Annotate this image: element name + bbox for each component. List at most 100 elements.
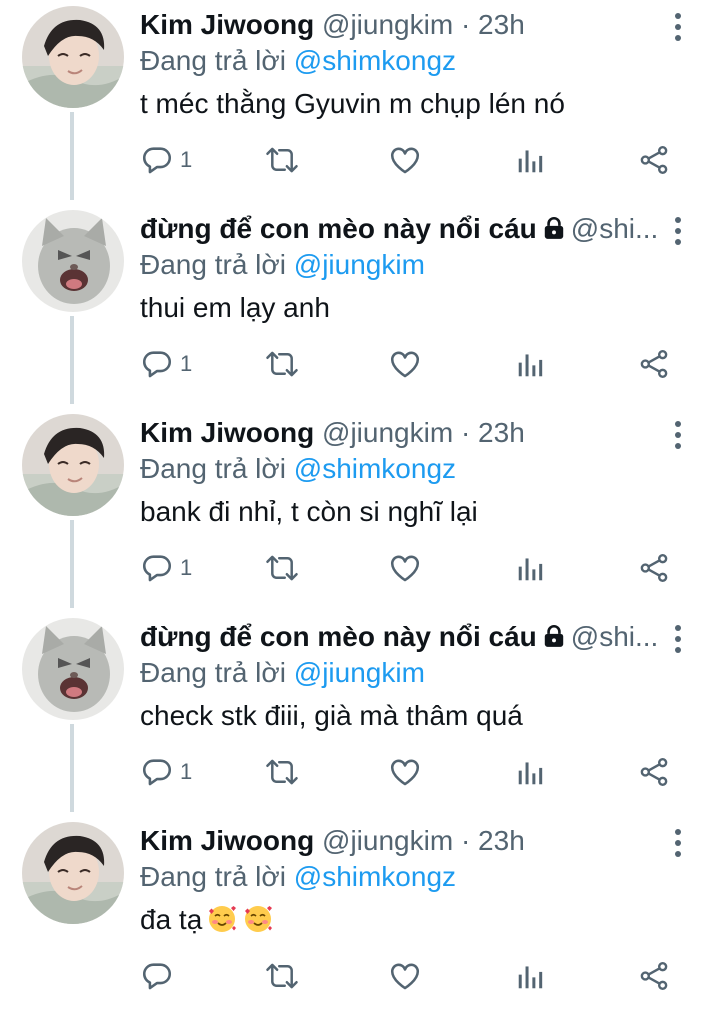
views-icon [516, 959, 546, 993]
more-vertical-icon[interactable] [664, 214, 692, 248]
reply-button[interactable]: 1 [140, 342, 192, 386]
tweet-text: bank đi nhỉ, t còn si nghĩ lại [140, 490, 478, 534]
share-button[interactable] [638, 546, 670, 590]
replying-to-label: Đang trả lời [140, 861, 286, 892]
retweet-icon [264, 143, 300, 177]
reply-count: 1 [180, 147, 193, 172]
views-button[interactable] [516, 138, 546, 182]
tweet-text: đa tạ [140, 898, 274, 942]
boy-avatar[interactable] [22, 6, 124, 108]
share-icon [638, 347, 670, 381]
share-button[interactable] [638, 138, 670, 182]
tweet-header: Kim Jiwoong @jiungkim · 23h [140, 414, 660, 452]
share-icon [638, 551, 670, 585]
like-button[interactable] [388, 954, 422, 998]
boy-avatar[interactable] [22, 822, 124, 924]
share-button[interactable] [638, 954, 670, 998]
display-name[interactable]: Kim Jiwoong [140, 9, 314, 40]
views-icon [516, 755, 546, 789]
like-button[interactable] [388, 546, 422, 590]
mention-link[interactable]: @shimkongz [294, 861, 456, 892]
tweet-reply[interactable]: đừng để con mèo này nổi cáu @shi... Đang … [0, 204, 720, 408]
tweet-header: Kim Jiwoong @jiungkim · 23h [140, 822, 660, 860]
share-button[interactable] [638, 342, 670, 386]
timestamp[interactable]: 23h [478, 9, 525, 40]
display-name[interactable]: đừng để con mèo này nổi cáu [140, 621, 537, 652]
separator-dot: · [460, 825, 471, 856]
tweet-text-content: t méc thằng Gyuvin m chụp lén nó [140, 88, 565, 119]
smiling-face-with-hearts-emoji [242, 903, 274, 948]
smiling-face-with-hearts-emoji [206, 903, 238, 948]
profile-avatar-image [22, 618, 124, 720]
retweet-icon [264, 959, 300, 993]
like-button[interactable] [388, 750, 422, 794]
cat-avatar[interactable] [22, 210, 124, 312]
replying-to-label: Đang trả lời [140, 45, 286, 76]
replying-to-line: Đang trả lời @shimkongz [140, 450, 456, 488]
mention-link[interactable]: @shimkongz [294, 45, 456, 76]
reply-icon [140, 551, 174, 585]
tweet-reply[interactable]: Kim Jiwoong @jiungkim · 23h Đang trả lời… [0, 0, 720, 204]
mention-link[interactable]: @shimkongz [294, 453, 456, 484]
more-vertical-icon[interactable] [664, 10, 692, 44]
views-button[interactable] [516, 546, 546, 590]
tweet-text-content: check stk điii, già mà thâm quá [140, 700, 523, 731]
retweet-button[interactable] [264, 138, 300, 182]
user-handle[interactable]: @jiungkim [322, 417, 453, 448]
reply-icon [140, 143, 174, 177]
timestamp[interactable]: 23h [478, 417, 525, 448]
user-handle[interactable]: @jiungkim [322, 9, 453, 40]
tweet-header: Kim Jiwoong @jiungkim · 23h [140, 6, 660, 44]
mention-link[interactable]: @jiungkim [294, 249, 425, 280]
tweet-reply[interactable]: Kim Jiwoong @jiungkim · 23h Đang trả lời… [0, 816, 720, 1020]
reply-icon [140, 755, 174, 789]
tweet-text: thui em lạy anh [140, 286, 330, 330]
replying-to-line: Đang trả lời @jiungkim [140, 654, 425, 692]
views-button[interactable] [516, 342, 546, 386]
display-name[interactable]: Kim Jiwoong [140, 825, 314, 856]
share-button[interactable] [638, 750, 670, 794]
retweet-button[interactable] [264, 342, 300, 386]
profile-avatar-image [22, 6, 124, 108]
profile-avatar-image [22, 822, 124, 924]
retweet-button[interactable] [264, 954, 300, 998]
retweet-button[interactable] [264, 750, 300, 794]
user-handle[interactable]: @shi... [571, 213, 659, 244]
tweet-text-content: bank đi nhỉ, t còn si nghĩ lại [140, 496, 478, 527]
like-icon [388, 143, 422, 177]
retweet-button[interactable] [264, 546, 300, 590]
profile-avatar-image [22, 210, 124, 312]
views-button[interactable] [516, 750, 546, 794]
timestamp[interactable]: 23h [478, 825, 525, 856]
mention-link[interactable]: @jiungkim [294, 657, 425, 688]
like-button[interactable] [388, 138, 422, 182]
reply-button[interactable]: 1 [140, 750, 192, 794]
cat-avatar[interactable] [22, 618, 124, 720]
views-icon [516, 551, 546, 585]
reply-button[interactable] [140, 954, 180, 998]
tweet-reply[interactable]: đừng để con mèo này nổi cáu @shi... Đang … [0, 612, 720, 816]
reply-button[interactable]: 1 [140, 138, 192, 182]
reply-count: 1 [180, 555, 193, 580]
boy-avatar[interactable] [22, 414, 124, 516]
tweet-reply[interactable]: Kim Jiwoong @jiungkim · 23h Đang trả lời… [0, 408, 720, 612]
reply-button[interactable]: 1 [140, 546, 192, 590]
user-handle[interactable]: @shi... [571, 621, 659, 652]
tweet-header: đừng để con mèo này nổi cáu @shi... [140, 618, 660, 656]
replying-to-line: Đang trả lời @shimkongz [140, 42, 456, 80]
display-name[interactable]: đừng để con mèo này nổi cáu [140, 213, 537, 244]
more-vertical-icon[interactable] [664, 418, 692, 452]
like-icon [388, 755, 422, 789]
share-icon [638, 755, 670, 789]
tweet-text-content: thui em lạy anh [140, 292, 330, 323]
like-icon [388, 959, 422, 993]
views-icon [516, 347, 546, 381]
tweet-actions: 1 [140, 342, 680, 386]
tweet-actions: 1 [140, 546, 680, 590]
views-button[interactable] [516, 954, 546, 998]
user-handle[interactable]: @jiungkim [322, 825, 453, 856]
more-vertical-icon[interactable] [664, 826, 692, 860]
display-name[interactable]: Kim Jiwoong [140, 417, 314, 448]
more-vertical-icon[interactable] [664, 622, 692, 656]
like-button[interactable] [388, 342, 422, 386]
